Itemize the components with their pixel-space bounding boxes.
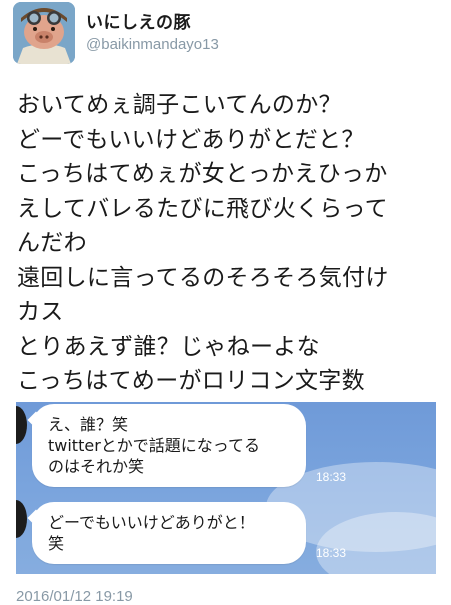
pig-pilot-avatar-icon[interactable] xyxy=(13,2,75,64)
chat-screenshot-image[interactable]: え、誰？笑 twitterとかで話題になってる のはそれか笑 18:33 どーで… xyxy=(16,402,436,574)
tweet-line: こっちはてめぇが女とっかえひっか xyxy=(17,161,388,187)
chat-message-bubble: え、誰？笑 twitterとかで話題になってる のはそれか笑 xyxy=(32,404,306,487)
chat-message-bubble: どーでもいいけどありがと！ 笑 xyxy=(32,502,306,564)
message-line: え、誰？笑 xyxy=(48,415,129,434)
tweet-line: とりあえず誰？じゃねーよな xyxy=(17,333,320,360)
tweet-line: おいてめぇ調子こいてんのか？ xyxy=(17,92,342,118)
tweet-timestamp[interactable]: 2016/01/12 19:19 xyxy=(16,588,133,605)
message-time: 18:33 xyxy=(316,546,347,560)
message-line: のはそれか笑 xyxy=(48,457,145,476)
tweet-line: どーでもいいけどありがとだと？ xyxy=(17,126,365,153)
sender-avatar xyxy=(16,406,27,444)
tweet-line: んだわ xyxy=(17,230,87,256)
sender-avatar xyxy=(16,500,27,538)
message-line: twitterとかで話題になってる xyxy=(48,436,260,455)
message-time: 18:33 xyxy=(316,470,347,484)
tweet-header: いにしえの豚 @baikinmandayo13 xyxy=(0,0,451,80)
tweet-text: おいてめぇ調子こいてんのか？ どーでもいいけどありがとだと？ こっちはてめぇが女… xyxy=(17,88,447,399)
message-line: 笑 xyxy=(48,534,65,553)
tweet-line: えしてバレるたびに飛び火くらって xyxy=(17,195,388,222)
message-line: どーでもいいけどありがと！ xyxy=(48,513,255,532)
tweet-line: 遠回しに言ってるのそろそろ気付け xyxy=(17,264,389,291)
tweet-line: こっちはてめーがロリコン文字数 xyxy=(17,368,365,394)
display-name[interactable]: いにしえの豚 xyxy=(86,8,191,33)
user-handle[interactable]: @baikinmandayo13 xyxy=(86,36,219,53)
tweet-line: カス xyxy=(17,299,64,325)
